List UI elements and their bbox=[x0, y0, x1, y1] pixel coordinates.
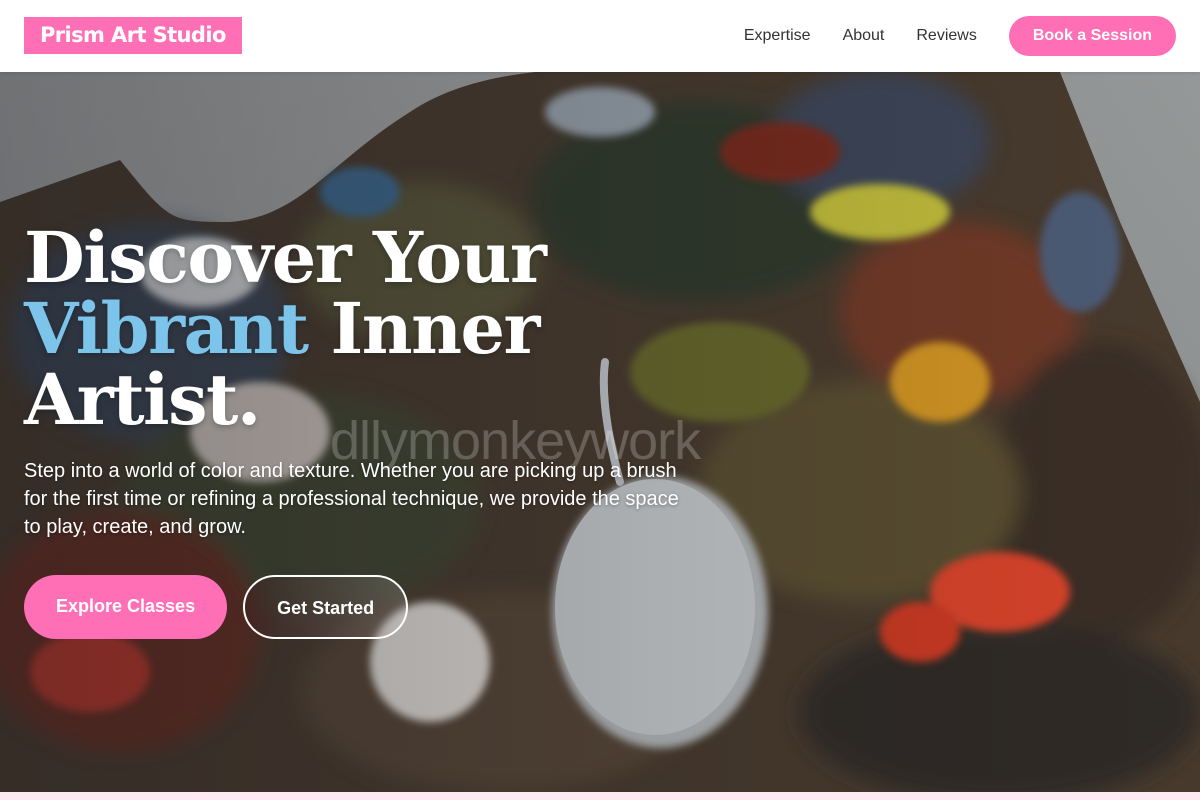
hero-actions: Explore Classes Get Started bbox=[24, 575, 724, 639]
hero-content: Discover Your Vibrant Inner Artist. Step… bbox=[24, 222, 724, 639]
nav-link-about[interactable]: About bbox=[843, 27, 885, 45]
hero-subtitle: Step into a world of color and texture. … bbox=[24, 460, 679, 538]
explore-classes-button[interactable]: Explore Classes bbox=[24, 575, 228, 639]
hero-title-line2: Inner bbox=[330, 287, 540, 370]
book-session-button[interactable]: Book a Session bbox=[1008, 16, 1176, 56]
get-started-button[interactable]: Get Started bbox=[243, 575, 409, 639]
hero-title: Discover Your Vibrant Inner Artist. bbox=[24, 222, 724, 435]
brand-logo[interactable]: Prism Art Studio bbox=[24, 17, 242, 54]
nav-link-expertise[interactable]: Expertise bbox=[744, 27, 811, 45]
site-header: Prism Art Studio Expertise About Reviews… bbox=[0, 0, 1200, 72]
page-bottom-strip bbox=[0, 792, 1200, 800]
hero-section: dllymonkeywork Discover Your Vibrant Inn… bbox=[0, 72, 1200, 792]
hero-title-line3: Artist. bbox=[24, 358, 261, 441]
main-nav: Expertise About Reviews Book a Session bbox=[744, 0, 1176, 72]
nav-link-reviews[interactable]: Reviews bbox=[916, 27, 976, 45]
